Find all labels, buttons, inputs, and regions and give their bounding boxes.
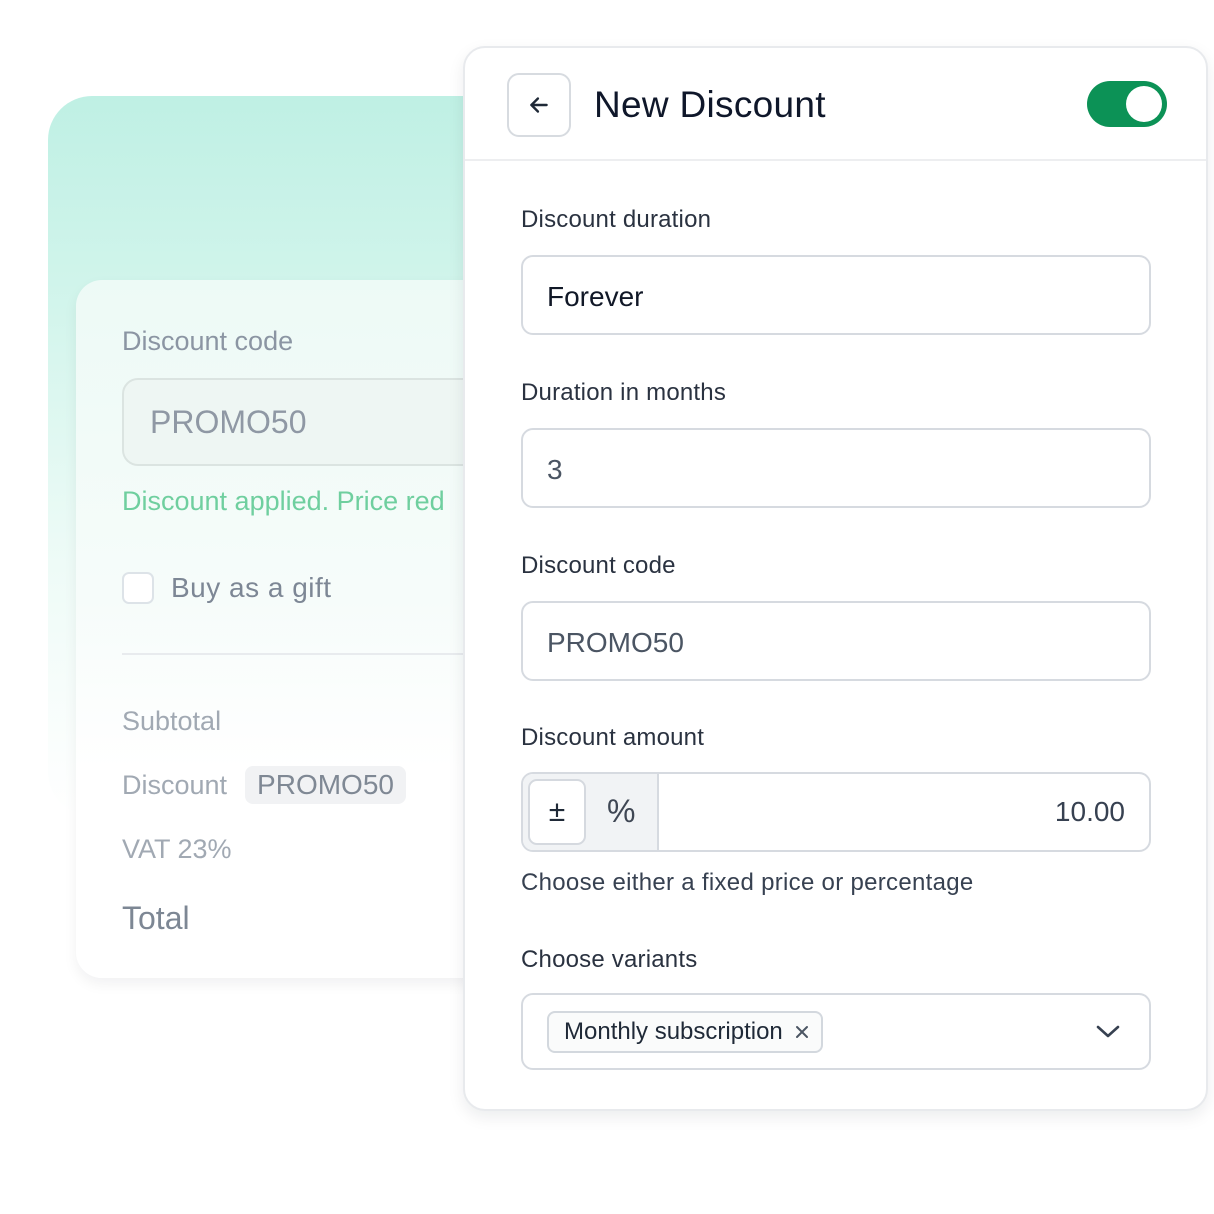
chevron-down-icon[interactable]: [1095, 1021, 1121, 1041]
discount-code-label: Discount code: [521, 552, 676, 579]
discount-code-tag: PROMO50: [245, 766, 406, 804]
active-toggle[interactable]: [1087, 81, 1167, 127]
gift-checkbox[interactable]: [122, 572, 154, 604]
discount-code-input[interactable]: PROMO50: [521, 601, 1151, 681]
discount-row: Discount PROMO50: [122, 766, 406, 804]
variants-select[interactable]: Monthly subscription: [521, 993, 1151, 1070]
discount-amount-field: ± % 10.00: [521, 772, 1151, 852]
variant-chip: Monthly subscription: [547, 1011, 823, 1053]
remove-variant-button[interactable]: [795, 1025, 809, 1039]
choose-variants-label: Choose variants: [521, 946, 698, 973]
gift-checkbox-label: Buy as a gift: [171, 572, 332, 603]
checkout-discount-code-label: Discount code: [122, 326, 294, 356]
total-label: Total: [122, 900, 190, 936]
subtotal-label: Subtotal: [122, 706, 222, 736]
new-discount-panel: New Discount Discount duration Forever D…: [463, 46, 1208, 1111]
arrow-left-icon: [530, 97, 548, 113]
discount-label: Discount: [122, 769, 228, 800]
discount-amount-label: Discount amount: [521, 724, 705, 751]
page-title: New Discount: [594, 84, 826, 125]
discount-amount-input[interactable]: 10.00: [659, 774, 1149, 850]
discount-duration-select[interactable]: Forever: [521, 255, 1151, 335]
duration-months-input[interactable]: 3: [521, 428, 1151, 508]
fixed-price-button[interactable]: ±: [528, 779, 586, 845]
close-icon: [795, 1026, 808, 1038]
discount-duration-label: Discount duration: [521, 206, 712, 233]
variant-chip-label: Monthly subscription: [564, 1018, 783, 1045]
discount-applied-message: Discount applied. Price red: [122, 486, 445, 516]
vat-label: VAT 23%: [122, 834, 232, 864]
percentage-button[interactable]: %: [607, 793, 635, 830]
gift-option[interactable]: Buy as a gift: [122, 572, 332, 604]
discount-amount-help: Choose either a fixed price or percentag…: [521, 869, 974, 896]
toggle-knob: [1126, 86, 1162, 122]
amount-type-toggle: ± %: [523, 774, 659, 850]
back-button[interactable]: [507, 73, 571, 137]
panel-header: New Discount: [465, 48, 1206, 161]
duration-months-label: Duration in months: [521, 379, 727, 406]
